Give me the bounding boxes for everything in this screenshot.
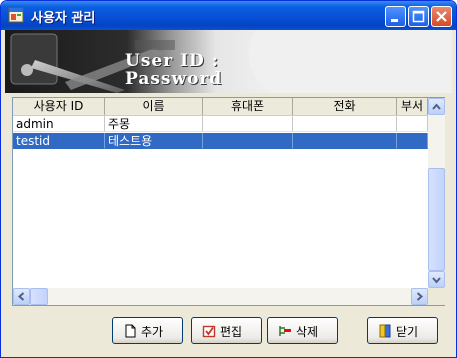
delete-button-label: 삭제 [296,325,319,339]
banner-caption: User ID : Password [125,52,222,88]
maximize-button[interactable] [408,6,429,27]
chevron-right-icon [416,292,424,301]
cell-dept [397,116,428,132]
user-management-window: 사용자 관리 User ID: Password 사용자 ID 이름 휴대폰 … [0,0,457,358]
scrollbar-corner [428,288,445,305]
edit-button[interactable]: 편집 [191,317,262,344]
cell-name: 테스트용 [105,133,203,149]
scroll-down-button[interactable] [428,271,445,288]
cell-phone [293,133,397,149]
cell-user-id: admin [13,116,105,132]
column-header-name[interactable]: 이름 [105,98,203,115]
title-bar[interactable]: 사용자 관리 [1,1,456,30]
horizontal-scrollbar[interactable] [13,288,428,305]
column-header-mobile[interactable]: 휴대폰 [203,98,293,115]
scroll-up-button[interactable] [428,98,445,115]
checkbox-edit-icon [202,325,216,338]
window-title: 사용자 관리 [31,11,96,26]
user-list[interactable]: 사용자 ID 이름 휴대폰 전화 부서 admin 주몽 testid 테스트용 [12,97,445,306]
column-header-phone[interactable]: 전화 [293,98,397,115]
close-button[interactable]: 닫기 [367,317,438,344]
cell-mobile [203,116,293,132]
horizontal-scroll-thumb[interactable] [30,288,48,305]
maximize-icon [412,10,425,23]
minimize-button[interactable] [385,6,406,27]
new-document-icon [125,324,136,338]
edit-button-label: 편집 [220,325,243,339]
app-window-icon [8,7,24,23]
add-button-label: 추가 [141,325,164,339]
scroll-right-button[interactable] [411,288,428,305]
minimize-icon [391,19,398,22]
cell-user-id: testid [13,133,105,149]
chevron-left-icon [17,292,25,301]
banner-password-text: Password [125,69,223,89]
cell-phone [293,116,397,132]
keys-banner-image [5,30,452,93]
exit-door-icon [379,324,391,338]
cell-name: 주몽 [105,116,203,132]
close-icon [436,11,447,22]
chevron-up-icon [432,103,441,110]
cell-dept [397,133,428,149]
column-header-user-id[interactable]: 사용자 ID [13,98,105,115]
close-button-label: 닫기 [396,325,419,339]
cell-mobile [203,133,293,149]
add-button[interactable]: 추가 [112,317,183,344]
column-header-dept[interactable]: 부서 [397,98,428,115]
close-window-button[interactable] [431,6,452,27]
chevron-down-icon [432,277,441,284]
login-banner: User ID : Password [5,30,452,93]
list-header: 사용자 ID 이름 휴대폰 전화 부서 [13,98,428,116]
delete-button[interactable]: 삭제 [267,317,338,344]
vertical-scroll-thumb[interactable] [428,168,445,271]
table-row[interactable]: admin 주몽 [13,116,428,132]
banner-user-id-text: User ID : [125,51,219,71]
vertical-scrollbar[interactable] [428,98,445,288]
delete-row-icon [279,326,291,336]
scroll-left-button[interactable] [13,288,30,305]
table-row-selected[interactable]: testid 테스트용 [13,133,428,149]
